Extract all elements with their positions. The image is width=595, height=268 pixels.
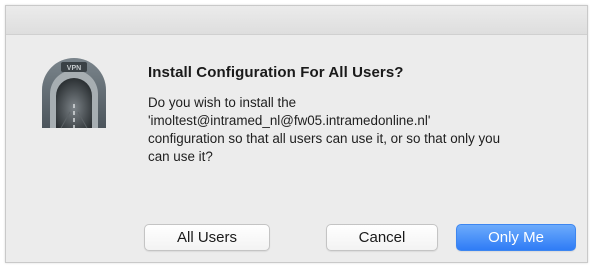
cancel-button[interactable]: Cancel <box>326 224 438 251</box>
message-line: 'imoltest@intramed_nl@fw05.intramedonlin… <box>148 113 431 128</box>
dialog-titlebar[interactable] <box>6 6 587 35</box>
dialog-title: Install Configuration For All Users? <box>148 64 404 81</box>
message-line: Do you wish to install the <box>148 95 297 110</box>
dialog-message: Do you wish to install the 'imoltest@int… <box>148 94 578 166</box>
message-line: can use it? <box>148 149 213 164</box>
only-me-button[interactable]: Only Me <box>456 224 576 251</box>
install-configuration-dialog: VPN Install Configuration For All Users?… <box>5 5 588 263</box>
all-users-button[interactable]: All Users <box>144 224 270 251</box>
message-line: configuration so that all users can use … <box>148 131 501 146</box>
vpn-tunnel-icon: VPN <box>39 54 109 130</box>
vpn-badge-text: VPN <box>67 65 81 72</box>
